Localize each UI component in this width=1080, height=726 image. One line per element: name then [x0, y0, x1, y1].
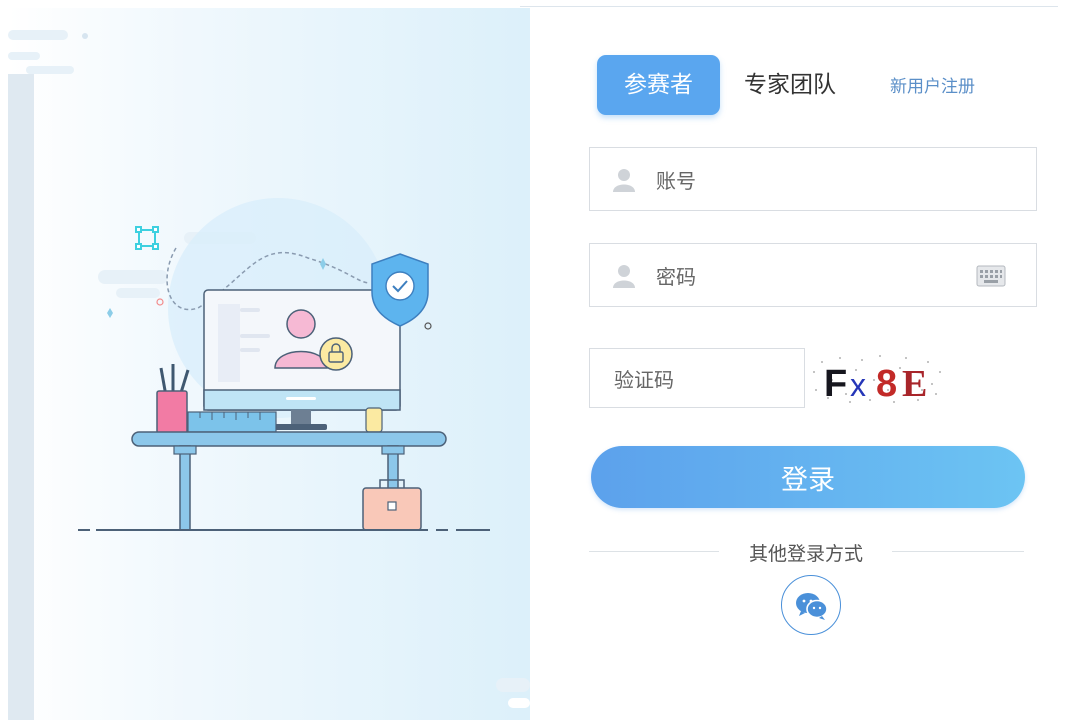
- captcha-field[interactable]: [589, 348, 805, 408]
- login-button[interactable]: 登录: [591, 446, 1025, 508]
- other-login-label: 其他登录方式: [748, 543, 863, 565]
- tab-expert-team[interactable]: 专家团队: [735, 55, 845, 115]
- ruler: [187, 411, 277, 433]
- illustration-panel: [8, 8, 530, 720]
- captcha-char-2: x: [850, 367, 866, 403]
- captcha-image[interactable]: F x 8 E: [810, 350, 945, 408]
- wechat-icon: [796, 593, 828, 620]
- captcha-input[interactable]: [612, 359, 796, 401]
- bracket-icon: [135, 226, 159, 250]
- captcha-char-1: F: [824, 363, 847, 405]
- register-link[interactable]: 新用户注册: [890, 72, 975, 97]
- keyboard-icon[interactable]: [976, 265, 1006, 287]
- wechat-login-button[interactable]: [781, 575, 841, 635]
- glue-bottle: [365, 407, 383, 433]
- briefcase: [362, 479, 422, 531]
- captcha-char-3: 8: [876, 363, 897, 405]
- login-page: 参赛者 专家团队 新用户注册 账号 验证码 F x 8 E 登录 其他登录方式: [0, 0, 1080, 726]
- account-field[interactable]: [589, 147, 1037, 211]
- workspace-illustration: [8, 30, 530, 720]
- top-divider: [520, 6, 1058, 7]
- pencil-cup: [156, 364, 190, 434]
- user-icon: [613, 265, 635, 288]
- captcha-char-4: E: [902, 363, 927, 405]
- divider-left: [589, 551, 719, 552]
- tab-participant[interactable]: 参赛者: [597, 55, 720, 115]
- user-icon: [613, 169, 635, 192]
- divider-right: [892, 551, 1024, 552]
- account-input[interactable]: [654, 160, 958, 202]
- password-field[interactable]: [589, 243, 1037, 307]
- password-input[interactable]: [654, 256, 958, 298]
